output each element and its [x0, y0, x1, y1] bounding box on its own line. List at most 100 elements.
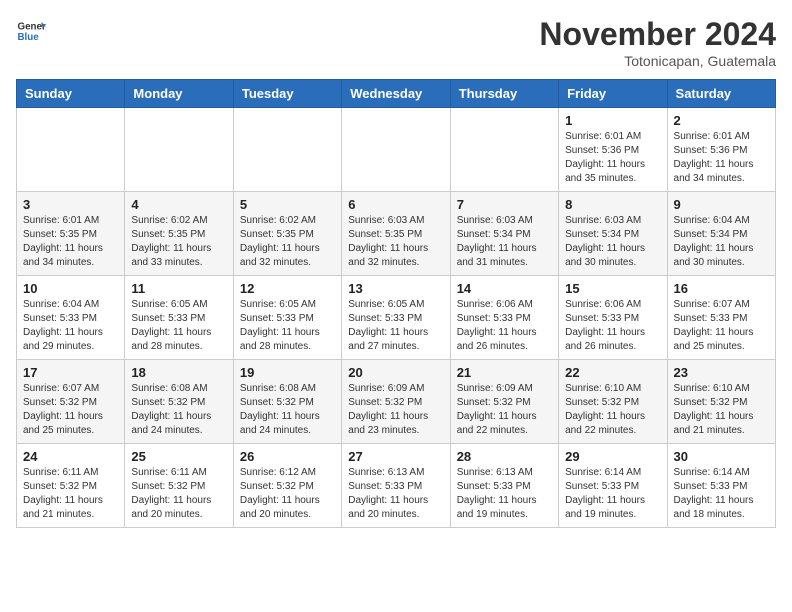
week-row-3: 10 Sunrise: 6:04 AMSunset: 5:33 PMDayligh… — [17, 276, 776, 360]
calendar-cell: 21Sunrise: 6:09 AMSunset: 5:32 PMDayligh… — [450, 360, 558, 444]
week-row-1: 1 Sunrise: 6:01 AMSunset: 5:36 PMDaylight… — [17, 108, 776, 192]
day-info: Sunrise: 6:05 AMSunset: 5:33 PMDaylight:… — [131, 298, 226, 354]
day-number: 7 — [457, 197, 552, 212]
day-number: 1 — [565, 113, 660, 128]
day-info: Sunrise: 6:01 AMSunset: 5:35 PMDaylight:… — [23, 214, 118, 270]
calendar-cell: 11 Sunrise: 6:05 AMSunset: 5:33 PMDayligh… — [125, 276, 233, 360]
day-number: 3 — [23, 197, 118, 212]
day-number: 28 — [457, 449, 552, 464]
calendar-cell: 6 Sunrise: 6:03 AMSunset: 5:35 PMDaylight… — [342, 192, 450, 276]
day-number: 21 — [457, 365, 552, 380]
day-info: Sunrise: 6:12 AMSunset: 5:32 PMDaylight:… — [240, 466, 335, 522]
day-number: 15 — [565, 281, 660, 296]
calendar-cell: 1 Sunrise: 6:01 AMSunset: 5:36 PMDaylight… — [559, 108, 667, 192]
day-number: 4 — [131, 197, 226, 212]
calendar-cell: 25Sunrise: 6:11 AMSunset: 5:32 PMDayligh… — [125, 444, 233, 528]
weekday-header-saturday: Saturday — [667, 80, 775, 108]
day-info: Sunrise: 6:11 AMSunset: 5:32 PMDaylight:… — [131, 466, 226, 522]
calendar-cell: 22 Sunrise: 6:10 AMSunset: 5:32 PMDayligh… — [559, 360, 667, 444]
day-info: Sunrise: 6:03 AMSunset: 5:34 PMDaylight:… — [457, 214, 552, 270]
day-number: 24 — [23, 449, 118, 464]
calendar-cell: 26Sunrise: 6:12 AMSunset: 5:32 PMDayligh… — [233, 444, 341, 528]
calendar-cell: 28 Sunrise: 6:13 AMSunset: 5:33 PMDayligh… — [450, 444, 558, 528]
calendar-cell — [233, 108, 341, 192]
day-number: 30 — [674, 449, 769, 464]
day-number: 8 — [565, 197, 660, 212]
calendar-cell: 5Sunrise: 6:02 AMSunset: 5:35 PMDaylight… — [233, 192, 341, 276]
day-number: 16 — [674, 281, 769, 296]
day-info: Sunrise: 6:09 AMSunset: 5:32 PMDaylight:… — [348, 382, 443, 438]
calendar-cell: 14Sunrise: 6:06 AMSunset: 5:33 PMDayligh… — [450, 276, 558, 360]
weekday-header-monday: Monday — [125, 80, 233, 108]
day-info: Sunrise: 6:10 AMSunset: 5:32 PMDaylight:… — [565, 382, 660, 438]
day-info: Sunrise: 6:14 AMSunset: 5:33 PMDaylight:… — [565, 466, 660, 522]
day-info: Sunrise: 6:02 AMSunset: 5:35 PMDaylight:… — [131, 214, 226, 270]
calendar-cell: 12 Sunrise: 6:05 AMSunset: 5:33 PMDayligh… — [233, 276, 341, 360]
calendar-cell — [125, 108, 233, 192]
calendar-cell: 29 Sunrise: 6:14 AMSunset: 5:33 PMDayligh… — [559, 444, 667, 528]
calendar-cell: 2 Sunrise: 6:01 AMSunset: 5:36 PMDaylight… — [667, 108, 775, 192]
day-info: Sunrise: 6:03 AMSunset: 5:34 PMDaylight:… — [565, 214, 660, 270]
day-info: Sunrise: 6:13 AMSunset: 5:33 PMDaylight:… — [348, 466, 443, 522]
calendar-cell: 16 Sunrise: 6:07 AMSunset: 5:33 PMDayligh… — [667, 276, 775, 360]
calendar-cell: 24Sunrise: 6:11 AMSunset: 5:32 PMDayligh… — [17, 444, 125, 528]
day-info: Sunrise: 6:10 AMSunset: 5:32 PMDaylight:… — [674, 382, 769, 438]
calendar-cell: 19 Sunrise: 6:08 AMSunset: 5:32 PMDayligh… — [233, 360, 341, 444]
calendar-cell: 9 Sunrise: 6:04 AMSunset: 5:34 PMDaylight… — [667, 192, 775, 276]
calendar-cell: 10 Sunrise: 6:04 AMSunset: 5:33 PMDayligh… — [17, 276, 125, 360]
day-info: Sunrise: 6:04 AMSunset: 5:33 PMDaylight:… — [23, 298, 118, 354]
day-info: Sunrise: 6:14 AMSunset: 5:33 PMDaylight:… — [674, 466, 769, 522]
day-info: Sunrise: 6:06 AMSunset: 5:33 PMDaylight:… — [457, 298, 552, 354]
calendar-cell — [17, 108, 125, 192]
week-row-4: 17 Sunrise: 6:07 AMSunset: 5:32 PMDayligh… — [17, 360, 776, 444]
day-info: Sunrise: 6:08 AMSunset: 5:32 PMDaylight:… — [240, 382, 335, 438]
weekday-header-tuesday: Tuesday — [233, 80, 341, 108]
day-info: Sunrise: 6:05 AMSunset: 5:33 PMDaylight:… — [348, 298, 443, 354]
day-info: Sunrise: 6:07 AMSunset: 5:32 PMDaylight:… — [23, 382, 118, 438]
week-row-5: 24 Sunrise: 6:11 AMSunset: 5:32 PMDayligh… — [17, 444, 776, 528]
day-number: 10 — [23, 281, 118, 296]
calendar-cell: 20Sunrise: 6:09 AMSunset: 5:32 PMDayligh… — [342, 360, 450, 444]
day-number: 2 — [674, 113, 769, 128]
calendar-cell: 27 Sunrise: 6:13 AMSunset: 5:33 PMDayligh… — [342, 444, 450, 528]
day-info: Sunrise: 6:07 AMSunset: 5:33 PMDaylight:… — [674, 298, 769, 354]
day-info: Sunrise: 6:13 AMSunset: 5:33 PMDaylight:… — [457, 466, 552, 522]
day-info: Sunrise: 6:01 AMSunset: 5:36 PMDaylight:… — [674, 130, 769, 186]
day-number: 11 — [131, 281, 226, 296]
day-number: 19 — [240, 365, 335, 380]
day-number: 23 — [674, 365, 769, 380]
weekday-header-friday: Friday — [559, 80, 667, 108]
calendar-cell: 7 Sunrise: 6:03 AMSunset: 5:34 PMDaylight… — [450, 192, 558, 276]
calendar-cell — [342, 108, 450, 192]
day-number: 27 — [348, 449, 443, 464]
calendar-cell — [450, 108, 558, 192]
location: Totonicapan, Guatemala — [539, 53, 776, 69]
calendar: SundayMondayTuesdayWednesdayThursdayFrid… — [16, 79, 776, 528]
day-number: 22 — [565, 365, 660, 380]
day-info: Sunrise: 6:05 AMSunset: 5:33 PMDaylight:… — [240, 298, 335, 354]
day-number: 29 — [565, 449, 660, 464]
svg-text:Blue: Blue — [18, 32, 40, 43]
day-number: 6 — [348, 197, 443, 212]
calendar-cell: 3 Sunrise: 6:01 AMSunset: 5:35 PMDaylight… — [17, 192, 125, 276]
calendar-cell: 8 Sunrise: 6:03 AMSunset: 5:34 PMDaylight… — [559, 192, 667, 276]
calendar-cell: 15Sunrise: 6:06 AMSunset: 5:33 PMDayligh… — [559, 276, 667, 360]
weekday-header-wednesday: Wednesday — [342, 80, 450, 108]
calendar-cell: 23 Sunrise: 6:10 AMSunset: 5:32 PMDayligh… — [667, 360, 775, 444]
day-number: 17 — [23, 365, 118, 380]
weekday-header-thursday: Thursday — [450, 80, 558, 108]
logo: General Blue — [16, 16, 46, 46]
day-info: Sunrise: 6:02 AMSunset: 5:35 PMDaylight:… — [240, 214, 335, 270]
title-block: November 2024 Totonicapan, Guatemala — [539, 16, 776, 69]
day-number: 12 — [240, 281, 335, 296]
day-info: Sunrise: 6:03 AMSunset: 5:35 PMDaylight:… — [348, 214, 443, 270]
day-number: 18 — [131, 365, 226, 380]
calendar-cell: 4 Sunrise: 6:02 AMSunset: 5:35 PMDaylight… — [125, 192, 233, 276]
calendar-cell: 17 Sunrise: 6:07 AMSunset: 5:32 PMDayligh… — [17, 360, 125, 444]
weekday-header-sunday: Sunday — [17, 80, 125, 108]
month-title: November 2024 — [539, 16, 776, 53]
day-number: 9 — [674, 197, 769, 212]
day-info: Sunrise: 6:01 AMSunset: 5:36 PMDaylight:… — [565, 130, 660, 186]
calendar-cell: 30 Sunrise: 6:14 AMSunset: 5:33 PMDayligh… — [667, 444, 775, 528]
day-info: Sunrise: 6:04 AMSunset: 5:34 PMDaylight:… — [674, 214, 769, 270]
